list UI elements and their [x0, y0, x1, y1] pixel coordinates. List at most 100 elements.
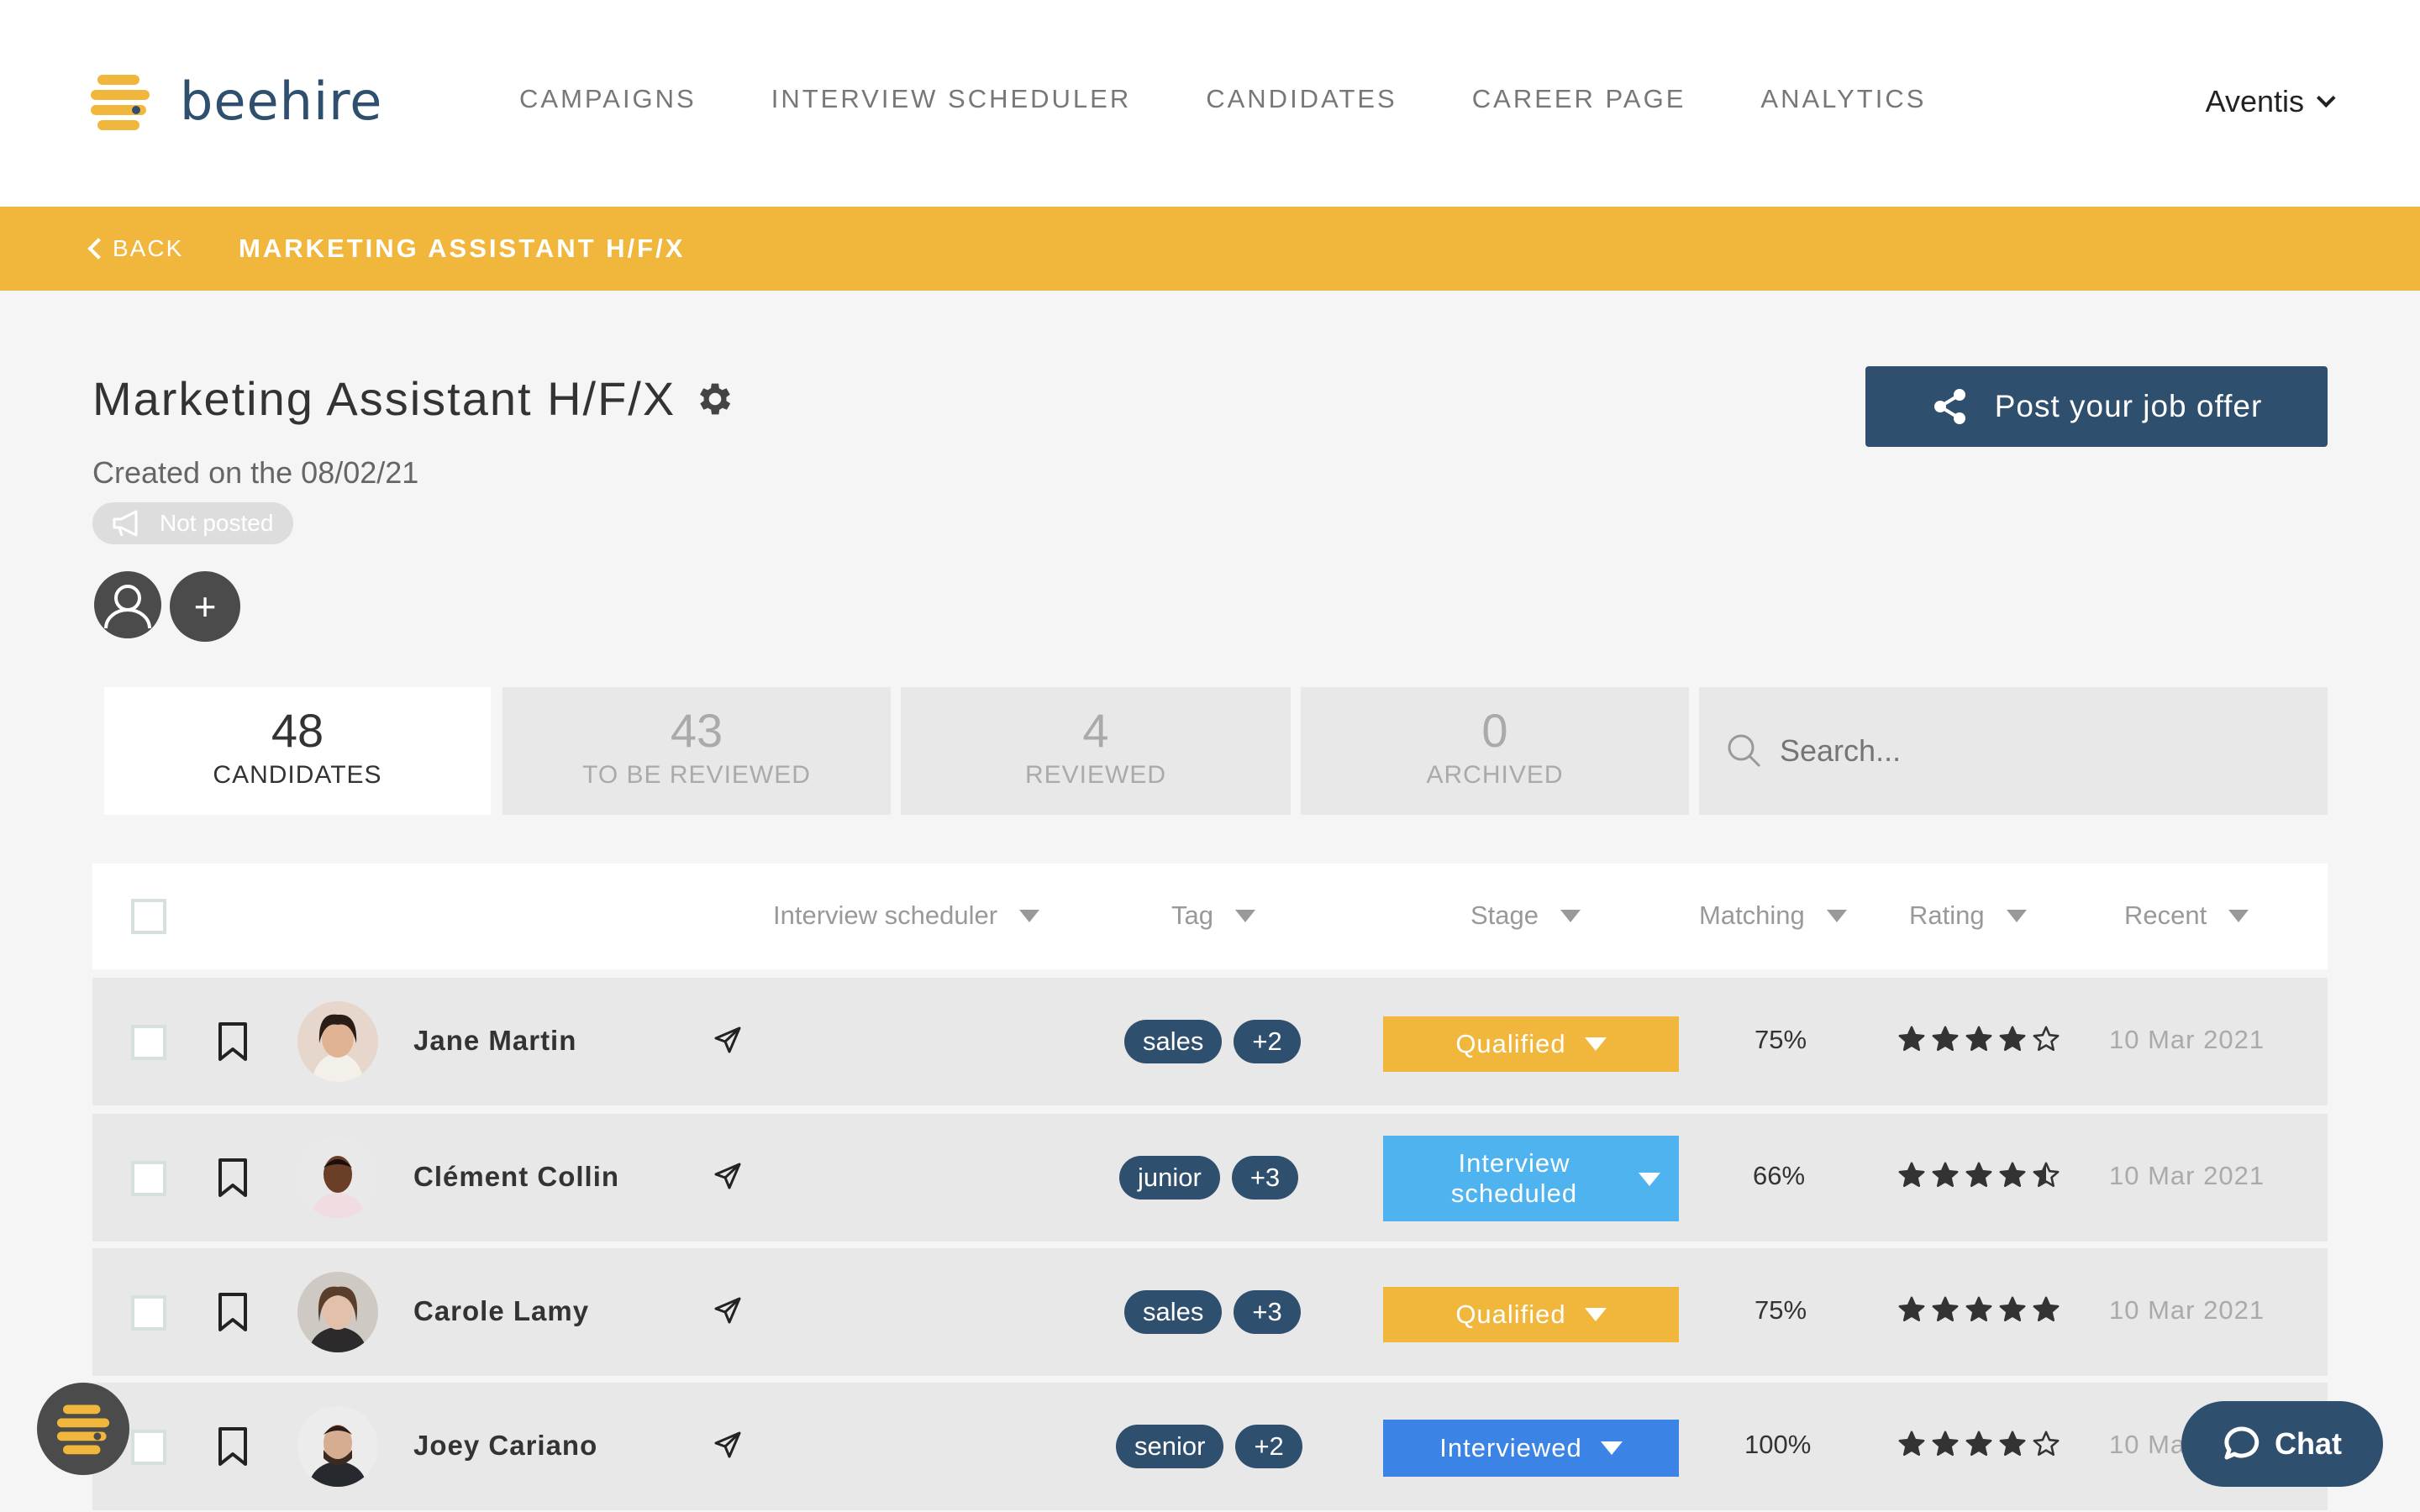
send-invitation-icon[interactable]: [713, 1161, 743, 1191]
column-stage[interactable]: Stage: [1470, 900, 1581, 931]
star-full-icon[interactable]: [1965, 1430, 1993, 1458]
tag-more-pill[interactable]: +3: [1231, 1156, 1299, 1200]
tag-more-pill[interactable]: +2: [1235, 1425, 1302, 1468]
nav-analytics[interactable]: ANALYTICS: [1760, 84, 1926, 114]
tag-more-pill[interactable]: +3: [1234, 1290, 1301, 1334]
matching-score: 75%: [1754, 1295, 1807, 1325]
avatar: [297, 1272, 378, 1352]
table-row[interactable]: Carole Lamy sales +3 Qualified 75% 10 Ma…: [92, 1248, 2328, 1376]
star-full-icon[interactable]: [1897, 1025, 1926, 1053]
stage-label: Qualified: [1455, 1029, 1566, 1058]
candidate-name[interactable]: Carole Lamy: [413, 1295, 589, 1327]
column-recent[interactable]: Recent: [2124, 900, 2249, 931]
tag-pill[interactable]: sales: [1124, 1020, 1223, 1063]
nav-interview-scheduler[interactable]: INTERVIEW SCHEDULER: [771, 84, 1132, 114]
column-label: Matching: [1699, 900, 1805, 930]
table-row[interactable]: Clément Collin junior +3 Interview sched…: [92, 1114, 2328, 1242]
row-checkbox[interactable]: [131, 1025, 166, 1060]
star-full-icon[interactable]: [2032, 1295, 2060, 1324]
tag-pill[interactable]: junior: [1119, 1156, 1220, 1200]
rating-stars[interactable]: [1897, 1430, 2065, 1458]
star-full-icon[interactable]: [1897, 1295, 1926, 1324]
rating-stars[interactable]: [1897, 1025, 2065, 1053]
back-button[interactable]: BACK: [87, 235, 183, 262]
beehire-logo[interactable]: beehire: [91, 71, 382, 132]
star-full-icon[interactable]: [1998, 1295, 2027, 1324]
column-tag[interactable]: Tag: [1171, 900, 1255, 931]
add-team-member-button[interactable]: +: [170, 571, 240, 642]
send-invitation-icon[interactable]: [713, 1430, 743, 1460]
tab-reviewed[interactable]: 4 REVIEWED: [901, 687, 1291, 815]
star-full-icon[interactable]: [1897, 1430, 1926, 1458]
avatar: [297, 1406, 378, 1487]
main-nav: CAMPAIGNS INTERVIEW SCHEDULER CANDIDATES…: [519, 84, 2001, 114]
job-subbar: BACK MARKETING ASSISTANT H/F/X: [0, 207, 2420, 291]
star-full-icon[interactable]: [1998, 1025, 2027, 1053]
post-job-offer-button[interactable]: Post your job offer: [1865, 366, 2328, 447]
row-checkbox[interactable]: [131, 1161, 166, 1196]
star-half-icon[interactable]: [2032, 1161, 2060, 1189]
tag-list: senior +2: [1116, 1425, 1314, 1468]
star-full-icon[interactable]: [1998, 1161, 2027, 1189]
column-label: Recent: [2124, 900, 2207, 930]
search-input[interactable]: [1780, 733, 2284, 769]
candidate-name[interactable]: Clément Collin: [413, 1161, 619, 1193]
star-full-icon[interactable]: [1965, 1295, 1993, 1324]
select-all-checkbox[interactable]: [131, 899, 166, 934]
rating-stars[interactable]: [1897, 1295, 2065, 1324]
recent-date: 10 Mar 2021: [2109, 1025, 2265, 1054]
bookmark-icon[interactable]: [217, 1021, 249, 1062]
tab-archived[interactable]: 0 ARCHIVED: [1301, 687, 1689, 815]
caret-down-icon: [1639, 1173, 1660, 1186]
matching-score: 66%: [1753, 1161, 1806, 1190]
stage-dropdown[interactable]: Interview scheduled: [1383, 1136, 1679, 1221]
nav-candidates[interactable]: CANDIDATES: [1206, 84, 1397, 114]
candidate-name[interactable]: Jane Martin: [413, 1025, 576, 1057]
team-member-avatar[interactable]: [94, 571, 161, 638]
star-full-icon[interactable]: [1965, 1161, 1993, 1189]
sort-down-icon: [1019, 909, 1040, 922]
table-row[interactable]: Joey Cariano senior +2 Interviewed 100% …: [92, 1383, 2328, 1510]
rating-stars[interactable]: [1897, 1161, 2065, 1189]
tab-to-be-reviewed[interactable]: 43 TO BE REVIEWED: [502, 687, 891, 815]
gear-icon[interactable]: [694, 378, 736, 420]
row-checkbox[interactable]: [131, 1430, 166, 1465]
star-full-icon[interactable]: [1931, 1295, 1960, 1324]
star-empty-icon[interactable]: [2032, 1430, 2060, 1458]
stage-dropdown[interactable]: Qualified: [1383, 1287, 1679, 1342]
star-full-icon[interactable]: [1931, 1161, 1960, 1189]
column-matching[interactable]: Matching: [1699, 900, 1847, 931]
beehire-help-button[interactable]: [37, 1383, 129, 1475]
sort-down-icon: [2006, 909, 2027, 922]
tag-more-pill[interactable]: +2: [1234, 1020, 1301, 1063]
send-invitation-icon[interactable]: [713, 1295, 743, 1326]
stage-dropdown[interactable]: Qualified: [1383, 1016, 1679, 1072]
send-invitation-icon[interactable]: [713, 1025, 743, 1055]
star-full-icon[interactable]: [1931, 1025, 1960, 1053]
caret-down-icon: [1600, 1441, 1623, 1455]
nav-career-page[interactable]: CAREER PAGE: [1472, 84, 1686, 114]
chat-label: Chat: [2275, 1426, 2342, 1461]
star-full-icon[interactable]: [1998, 1430, 2027, 1458]
account-menu[interactable]: Aventis: [2206, 84, 2336, 119]
row-checkbox[interactable]: [131, 1295, 166, 1331]
megaphone-icon: [113, 510, 138, 537]
bookmark-icon[interactable]: [217, 1158, 249, 1198]
star-full-icon[interactable]: [1965, 1025, 1993, 1053]
star-empty-icon[interactable]: [2032, 1025, 2060, 1053]
tag-pill[interactable]: sales: [1124, 1290, 1223, 1334]
tab-candidates[interactable]: 48 CANDIDATES: [104, 687, 491, 815]
column-interview-scheduler[interactable]: Interview scheduler: [773, 900, 1040, 931]
star-full-icon[interactable]: [1931, 1430, 1960, 1458]
tag-pill[interactable]: senior: [1116, 1425, 1224, 1468]
star-full-icon[interactable]: [1897, 1161, 1926, 1189]
stage-dropdown[interactable]: Interviewed: [1383, 1420, 1679, 1477]
column-rating[interactable]: Rating: [1909, 900, 2027, 931]
chat-button[interactable]: Chat: [2181, 1401, 2383, 1487]
bookmark-icon[interactable]: [217, 1292, 249, 1332]
bookmark-icon[interactable]: [217, 1426, 249, 1467]
candidate-name[interactable]: Joey Cariano: [413, 1430, 597, 1462]
table-row[interactable]: Jane Martin sales +2 Qualified 75% 10 Ma…: [92, 978, 2328, 1105]
sort-down-icon: [1826, 909, 1847, 922]
nav-campaigns[interactable]: CAMPAIGNS: [519, 84, 697, 114]
